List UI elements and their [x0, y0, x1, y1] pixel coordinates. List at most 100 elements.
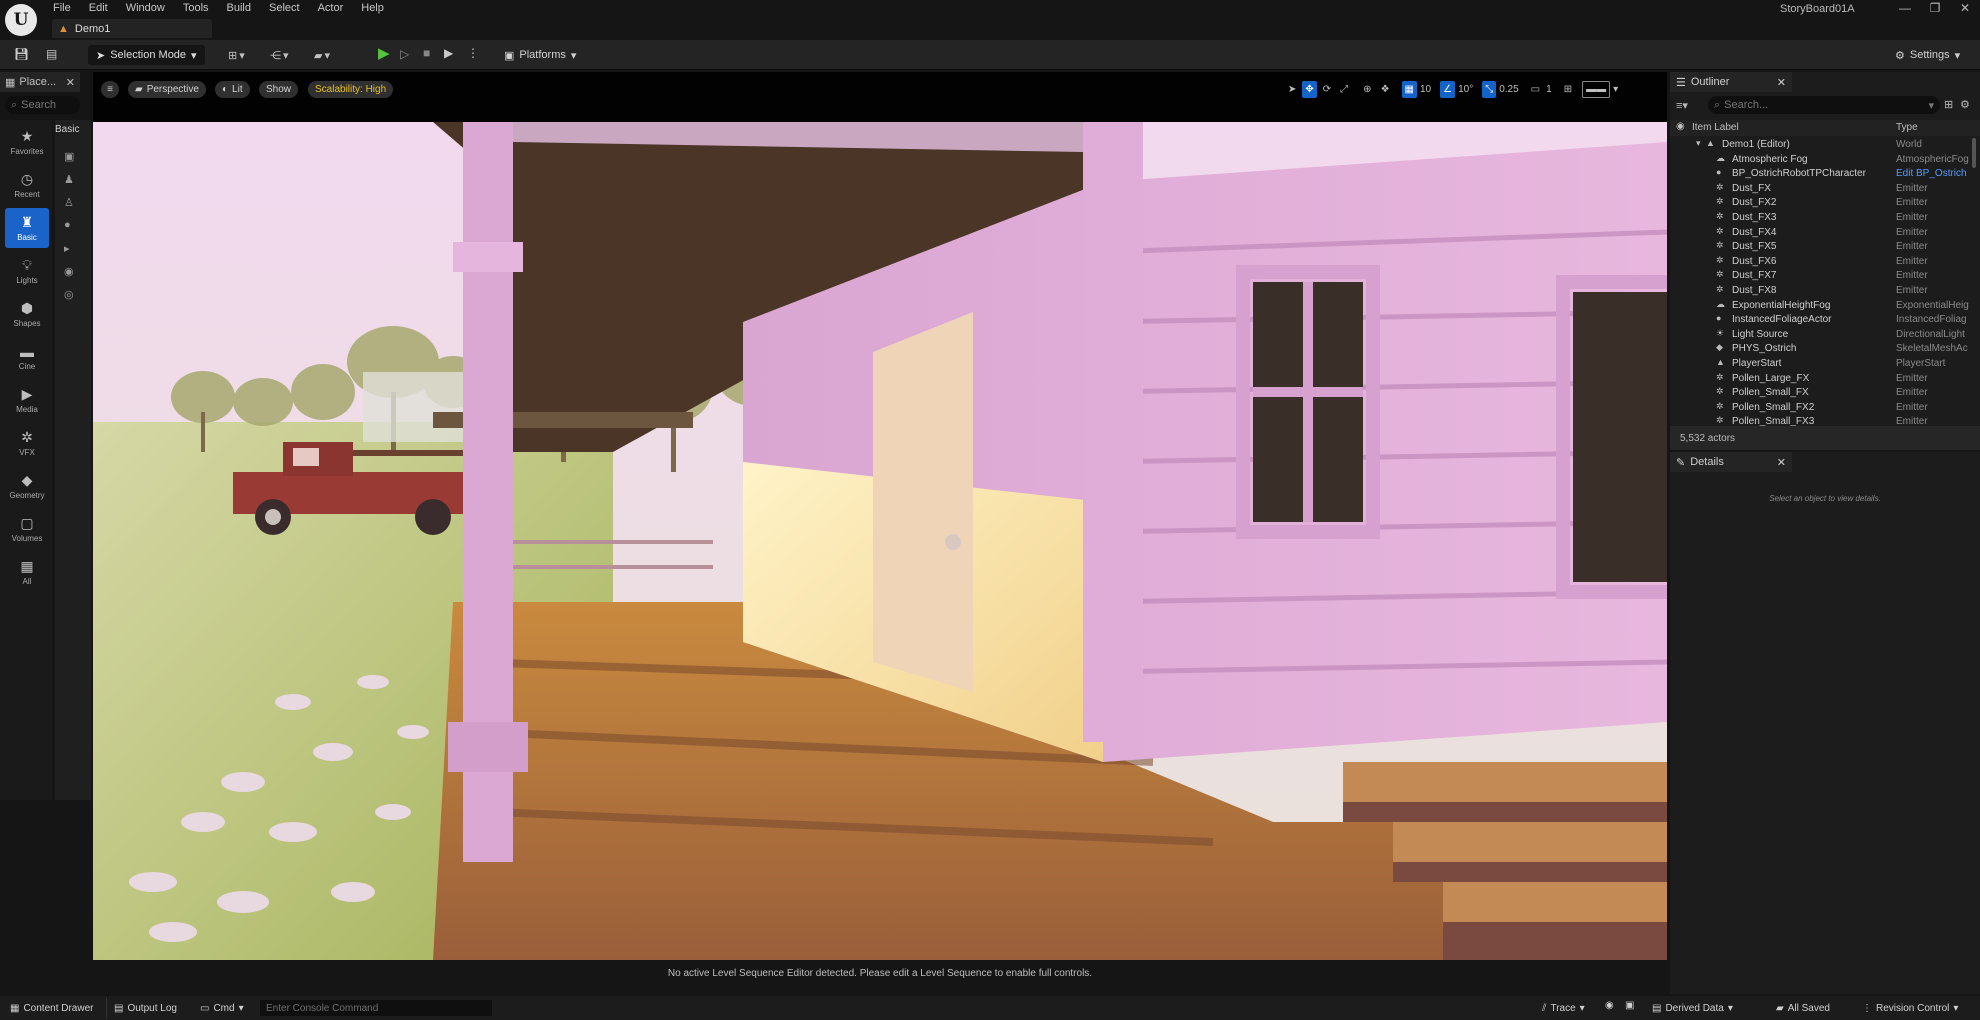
outliner-scrollbar[interactable] [1972, 138, 1976, 168]
screenshot-icon[interactable]: ▣ [1625, 1000, 1634, 1016]
content-drawer-button[interactable]: ▦ Content Drawer [10, 1000, 93, 1016]
record-icon[interactable]: ◉ [1605, 1000, 1614, 1016]
trace-dropdown[interactable]: ⫽ Trace ▾ [1542, 1000, 1585, 1016]
selection-mode-dropdown[interactable]: ➤ Selection Mode ▾ [88, 45, 205, 65]
save-icon[interactable]: 💾︎ [14, 47, 29, 61]
revision-control-dropdown[interactable]: ⋮ Revision Control ▾ [1862, 1000, 1958, 1016]
outliner-row[interactable]: ☁ ExponentialHeightFog ExponentialHeig [1670, 299, 1980, 314]
category-vfx[interactable]: ✲ VFX [5, 423, 49, 463]
outliner-row[interactable]: ✲ Pollen_Small_FX2 Emitter [1670, 401, 1980, 416]
outliner-row[interactable]: ◆ PHYS_Ostrich SkeletalMeshAc [1670, 342, 1980, 357]
actor-type[interactable]: Edit BP_Ostrich [1896, 168, 1978, 179]
outliner-row[interactable]: ● InstancedFoliageActor InstancedFoliag [1670, 313, 1980, 328]
menu-item-actor[interactable]: Actor [309, 1, 353, 16]
menu-item-build[interactable]: Build [218, 1, 260, 16]
cinematics-button[interactable]: ▰ ▾ [314, 45, 330, 65]
more-options-icon[interactable]: ⋮ [467, 46, 479, 60]
layout-icon[interactable]: ▬▬ [1582, 81, 1611, 98]
details-tab[interactable]: ✎ Details ✕ [1670, 452, 1792, 472]
outliner-row[interactable]: ✲ Dust_FX3 Emitter [1670, 211, 1980, 226]
viewport-menu-button[interactable]: ≡ [101, 81, 119, 98]
outliner-tab[interactable]: ☰ Outliner ✕ [1670, 72, 1792, 92]
trigger-icon[interactable]: ◉ [64, 265, 84, 279]
outliner-row[interactable]: ☁ Atmospheric Fog AtmosphericFog [1670, 153, 1980, 168]
outliner-row[interactable]: ✲ Dust_FX8 Emitter [1670, 284, 1980, 299]
category-shapes[interactable]: ⬢ Shapes [5, 294, 49, 334]
scalability-button[interactable]: Scalability: High [308, 81, 394, 98]
pawn-icon[interactable]: ♙ [64, 196, 84, 210]
camera-speed-icon[interactable]: ▭ [1528, 81, 1543, 98]
add-folder-icon[interactable]: ⊞ [1944, 98, 1953, 111]
blueprint-button[interactable]: ⋲ ▾ [270, 45, 289, 65]
add-actor-button[interactable]: ⊞ ▾ [228, 45, 245, 65]
show-button[interactable]: Show [259, 81, 299, 98]
all-saved-button[interactable]: ▰ All Saved [1776, 1000, 1830, 1016]
camera-speed-value[interactable]: 1 [1546, 84, 1552, 95]
scale-snap-icon[interactable]: ⤡ [1482, 81, 1497, 98]
close-icon[interactable]: ✕ [1777, 76, 1786, 89]
world-space-icon[interactable]: ⊕ [1360, 81, 1374, 98]
maximize-button[interactable]: ❐ [1920, 0, 1950, 16]
minimize-button[interactable]: — [1890, 0, 1920, 16]
outliner-root[interactable]: ▾ ▲ Demo1 (Editor) World [1670, 138, 1980, 153]
step-icon[interactable]: ▷ [400, 47, 409, 61]
level-viewport[interactable]: ≡ ▰ Perspective ◐ Lit Show Scalability: Hi… [93, 72, 1667, 979]
rotation-snap-value[interactable]: 10° [1458, 84, 1473, 95]
scale-snap-value[interactable]: 0.25 [1499, 84, 1518, 95]
volume-icon[interactable]: ◎ [64, 288, 84, 302]
close-icon[interactable]: ✕ [66, 76, 75, 89]
category-cine[interactable]: ▬ Cine [5, 337, 49, 377]
outliner-row[interactable]: ✲ Dust_FX7 Emitter [1670, 269, 1980, 284]
category-recent[interactable]: ◷ Recent [5, 165, 49, 205]
browse-icon[interactable]: ▤ [46, 47, 57, 61]
category-media[interactable]: ▶ Media [5, 380, 49, 420]
outliner-row[interactable]: ● BP_OstrichRobotTPCharacter Edit BP_Ostri… [1670, 167, 1980, 182]
play-icon[interactable]: ▶ [378, 44, 390, 62]
stop-icon[interactable]: ■ [423, 46, 430, 60]
maximize-viewport-icon[interactable]: ⊞ [1561, 81, 1575, 98]
item-label-column[interactable]: Item Label [1692, 122, 1739, 133]
menu-item-help[interactable]: Help [352, 1, 393, 16]
close-icon[interactable]: ✕ [1777, 456, 1786, 469]
category-favorites[interactable]: ★ Favorites [5, 122, 49, 162]
outliner-row[interactable]: ▲ PlayerStart PlayerStart [1670, 357, 1980, 372]
outliner-row[interactable]: ✲ Dust_FX Emitter [1670, 182, 1980, 197]
character-icon[interactable]: ♟ [64, 173, 84, 187]
filter-icon[interactable]: ≡▾ [1676, 99, 1688, 112]
surface-snap-icon[interactable]: ❖ [1378, 81, 1393, 98]
actor-icon[interactable]: ▣ [64, 150, 84, 164]
menu-item-window[interactable]: Window [117, 1, 174, 16]
level-tab[interactable]: ▲ Demo1 [52, 19, 212, 38]
outliner-row[interactable]: ✲ Pollen_Small_FX Emitter [1670, 386, 1980, 401]
derived-data-dropdown[interactable]: ▤ Derived Data ▾ [1652, 1000, 1733, 1016]
eject-icon[interactable]: ▶ [444, 46, 453, 60]
type-column[interactable]: Type [1896, 122, 1918, 133]
scale-tool-icon[interactable]: ⤢ [1337, 81, 1351, 98]
category-lights[interactable]: 💡︎ Lights [5, 251, 49, 291]
category-basic[interactable]: ♜ Basic [5, 208, 49, 248]
output-log-button[interactable]: ▤ Output Log [114, 1000, 177, 1016]
grid-snap-value[interactable]: 10 [1420, 84, 1431, 95]
category-volumes[interactable]: ▢ Volumes [5, 509, 49, 549]
close-button[interactable]: ✕ [1950, 0, 1980, 16]
platforms-dropdown[interactable]: ▣ Platforms ▾ [504, 45, 576, 65]
outliner-row[interactable]: ☀ Light Source DirectionalLight [1670, 328, 1980, 343]
menu-item-tools[interactable]: Tools [174, 1, 218, 16]
outliner-row[interactable]: ✲ Dust_FX2 Emitter [1670, 196, 1980, 211]
menu-item-edit[interactable]: Edit [80, 1, 117, 16]
console-input[interactable]: Enter Console Command [260, 1000, 492, 1016]
outliner-row[interactable]: ✲ Dust_FX6 Emitter [1670, 255, 1980, 270]
menu-item-select[interactable]: Select [260, 1, 309, 16]
category-geometry[interactable]: ◆ Geometry [5, 466, 49, 506]
visibility-icon[interactable]: ◉ [1676, 121, 1685, 132]
outliner-search-input[interactable]: ⌕ Search... ▾ [1708, 96, 1940, 114]
translate-tool-icon[interactable]: ✥ [1302, 81, 1317, 98]
outliner-row[interactable]: ✲ Pollen_Large_FX Emitter [1670, 372, 1980, 387]
grid-snap-icon[interactable]: ▦ [1401, 81, 1417, 98]
scene-render[interactable] [93, 122, 1667, 960]
unreal-logo-icon[interactable]: U [5, 4, 37, 36]
category-all[interactable]: ▦ All [5, 552, 49, 592]
settings-dropdown[interactable]: ⚙ Settings ▾ [1895, 45, 1960, 65]
outliner-row[interactable]: ✲ Dust_FX4 Emitter [1670, 226, 1980, 241]
cmd-dropdown[interactable]: ▭ Cmd ▾ [200, 1000, 244, 1016]
